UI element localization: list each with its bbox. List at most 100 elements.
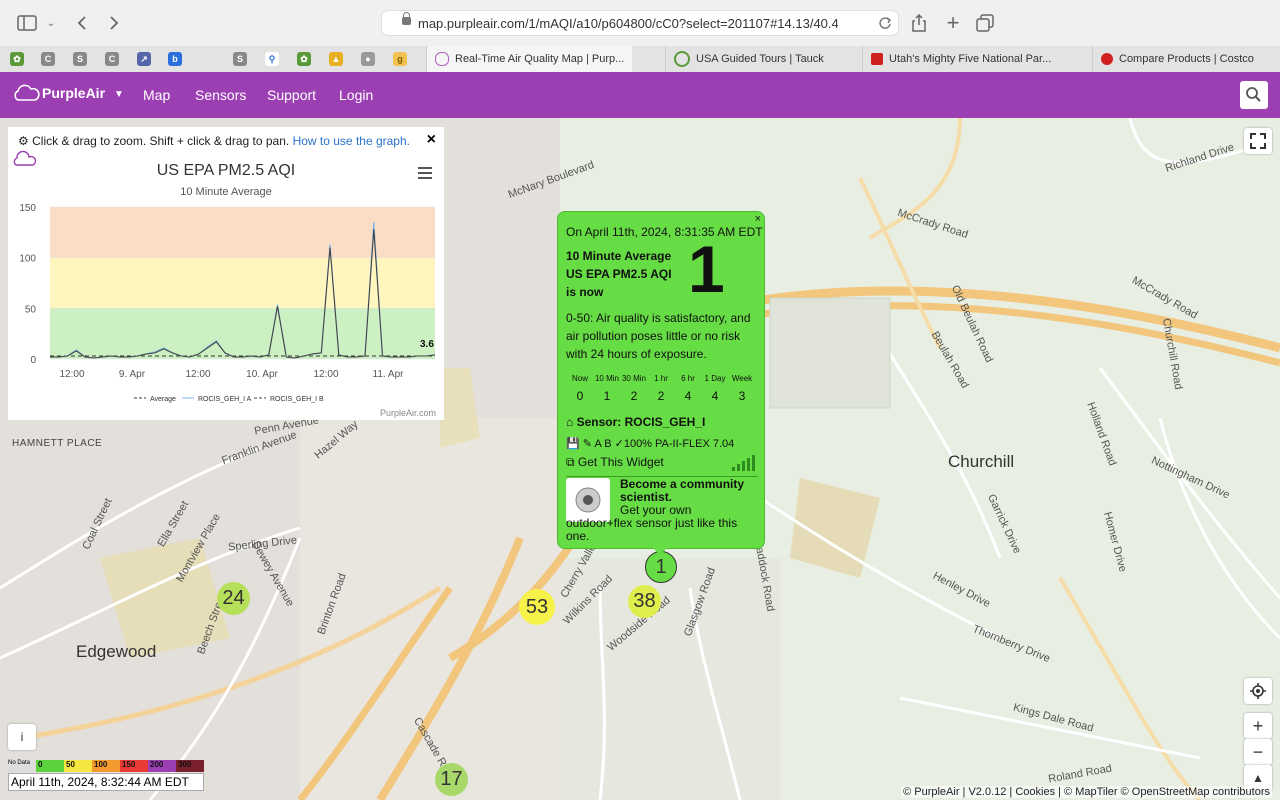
- gear-icon[interactable]: ⚙: [18, 134, 29, 148]
- forward-icon[interactable]: [104, 12, 124, 34]
- avg-value: 2: [657, 389, 665, 403]
- graph-help-link[interactable]: How to use the graph.: [293, 134, 410, 148]
- avg-label: Week: [731, 374, 753, 383]
- cloud-icon: [435, 52, 449, 66]
- get-widget-link[interactable]: ⧉ Get This Widget: [566, 455, 664, 470]
- nav-map[interactable]: Map: [143, 87, 170, 103]
- sensor-marker[interactable]: 38: [628, 585, 661, 618]
- sensor-marker[interactable]: 17: [435, 763, 468, 796]
- sensor-marker[interactable]: 24: [217, 582, 250, 615]
- avg-label: 1 hr: [654, 374, 668, 383]
- share-icon[interactable]: [908, 12, 930, 34]
- costco-icon: [1101, 53, 1113, 65]
- brand-dropdown-icon[interactable]: ▼: [114, 89, 124, 100]
- avg-value: 1: [603, 389, 611, 403]
- legend-entry[interactable]: ROCIS_GEH_I B: [270, 396, 324, 403]
- bookmark-icon[interactable]: S: [73, 52, 87, 66]
- chart-subtitle: 10 Minute Average: [180, 186, 272, 198]
- promo-text: Get your own outdoor+flex sensor just li…: [566, 503, 738, 543]
- bookmark-icon[interactable]: b: [168, 52, 182, 66]
- legend-step: 100: [92, 760, 120, 772]
- popup-close-icon[interactable]: ×: [755, 213, 761, 225]
- tab-overview-icon[interactable]: [974, 12, 996, 34]
- drive-icon[interactable]: ▲: [329, 52, 343, 66]
- info-button[interactable]: i: [8, 724, 36, 750]
- chart-credit[interactable]: PurpleAir.com: [380, 408, 436, 418]
- graph-panel[interactable]: ⚙ Click & drag to zoom. Shift + click & …: [8, 127, 444, 420]
- app-navbar: PurpleAir ▼ Map Sensors Support Login: [0, 72, 1280, 118]
- chart-menu-icon[interactable]: [418, 167, 432, 179]
- sensor-marker[interactable]: 53: [519, 589, 555, 625]
- new-tab-icon[interactable]: +: [942, 10, 964, 35]
- legend-entry[interactable]: Average: [150, 396, 176, 403]
- tab-costco[interactable]: Compare Products | Costco: [1092, 46, 1280, 72]
- bookmark-icon[interactable]: ↗: [137, 52, 151, 66]
- chart-x-tick: 9. Apr: [119, 369, 146, 380]
- avg-label: 1 Day: [704, 374, 726, 383]
- fullscreen-icon: [1250, 133, 1266, 149]
- search-button[interactable]: [1240, 81, 1268, 109]
- popup-heading-1: 10 Minute Average: [566, 249, 672, 263]
- save-icon[interactable]: 💾: [566, 438, 580, 450]
- tab-label: Utah's Mighty Five National Par...: [889, 53, 1052, 65]
- graph-hint: ⚙ Click & drag to zoom. Shift + click & …: [18, 134, 410, 148]
- nav-sensors[interactable]: Sensors: [195, 87, 246, 103]
- popup-heading-3: is now: [566, 285, 604, 299]
- tab-utah[interactable]: Utah's Mighty Five National Par...: [862, 46, 1052, 72]
- legend-no-data: No Data: [8, 760, 36, 772]
- bookmark-icon[interactable]: ✿: [297, 52, 311, 66]
- reload-icon[interactable]: [878, 16, 892, 30]
- purpleair-logo[interactable]: PurpleAir: [12, 84, 105, 102]
- nav-support[interactable]: Support: [267, 87, 316, 103]
- address-bar[interactable]: map.purpleair.com/1/mAQI/a10/p604800/cC0…: [381, 10, 899, 36]
- map-label-churchill: Churchill: [948, 452, 1015, 471]
- nav-login[interactable]: Login: [339, 87, 373, 103]
- popup-heading-2: US EPA PM2.5 AQI: [566, 267, 672, 281]
- back-icon[interactable]: [72, 12, 92, 34]
- avg-value: 4: [711, 389, 719, 403]
- map-timestamp: April 11th, 2024, 8:32:44 AM EDT: [8, 773, 204, 791]
- lock-icon: [402, 12, 411, 25]
- promo-title[interactable]: Become a community scientist.: [620, 478, 760, 504]
- chart-x-tick: 11. Apr: [373, 369, 405, 380]
- avg-label: Now: [571, 374, 588, 383]
- popup-pointer: [652, 547, 668, 555]
- map-attribution[interactable]: © PurpleAir | V2.0.12 | Cookies | © MapT…: [901, 786, 1272, 798]
- fullscreen-button[interactable]: [1244, 128, 1272, 154]
- chevron-down-icon[interactable]: ⌄: [44, 12, 58, 34]
- avg-label: 30 Min: [621, 374, 646, 383]
- popup-sensor-name: Sensor: ROCIS_GEH_I: [576, 415, 706, 429]
- legend-step: 300: [176, 760, 204, 772]
- signal-strength-icon: [732, 455, 755, 471]
- bookmark-icon[interactable]: ✿: [10, 52, 24, 66]
- sidebar-toggle-icon[interactable]: [16, 12, 38, 34]
- url-text: map.purpleair.com/1/mAQI/a10/p604800/cC0…: [418, 16, 838, 31]
- bookmark-icon[interactable]: g: [393, 52, 407, 66]
- close-icon[interactable]: ×: [427, 131, 436, 149]
- search-icon[interactable]: ⚲: [265, 52, 279, 66]
- map-label-edgewood: Edgewood: [76, 642, 157, 661]
- legend-step: 0: [36, 760, 64, 772]
- chart-y-tick: 50: [25, 304, 37, 315]
- zoom-out-button[interactable]: −: [1244, 739, 1272, 765]
- popup-sensor[interactable]: ⌂ Sensor: ROCIS_GEH_I: [566, 415, 705, 429]
- bookmark-icon[interactable]: C: [105, 52, 119, 66]
- chart-y-tick: 100: [19, 254, 36, 265]
- aqi-legend: No Data 0 50 100 150 200 300: [8, 760, 204, 772]
- chart-title: US EPA PM2.5 AQI: [157, 162, 295, 179]
- apple-icon[interactable]: ●: [361, 52, 375, 66]
- bookmark-icon[interactable]: C: [41, 52, 55, 66]
- tab-purpleair[interactable]: Real-Time Air Quality Map | Purp...: [426, 46, 632, 72]
- popup-status-text: A B ✓100% PA-II-FLEX 7.04: [594, 438, 735, 450]
- locate-button[interactable]: [1244, 678, 1272, 704]
- tab-tauck[interactable]: USA Guided Tours | Tauck: [665, 46, 845, 72]
- zoom-in-button[interactable]: +: [1244, 713, 1272, 739]
- browser-toolbar: ⌄ map.purpleair.com/1/mAQI/a10/p604800/c…: [0, 0, 1280, 46]
- sensor-popup: × On April 11th, 2024, 8:31:35 AM EDT 10…: [557, 211, 765, 549]
- legend-entry[interactable]: ROCIS_GEH_I A: [198, 396, 252, 403]
- cloud-icon: [14, 84, 40, 101]
- bookmark-icon[interactable]: S: [233, 52, 247, 66]
- chart-x-tick: 12:00: [313, 369, 338, 380]
- aqi-chart[interactable]: US EPA PM2.5 AQI 10 Minute Average 0 50 10…: [8, 149, 444, 421]
- legend-step: 50: [64, 760, 92, 772]
